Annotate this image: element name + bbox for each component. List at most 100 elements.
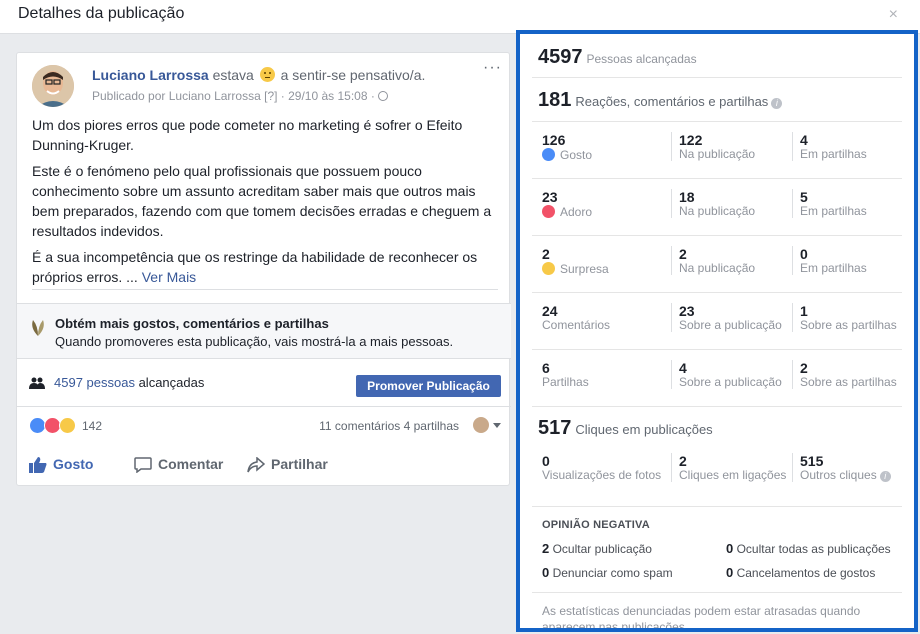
unlike-stat: 0 Cancelamentos de gostos <box>726 565 875 580</box>
wow-label: Surpresa <box>560 262 609 276</box>
author-name-link[interactable]: Luciano Larrossa <box>92 67 209 83</box>
post-meta-text: Publicado por Luciano Larrossa [?] · 29/… <box>92 89 375 103</box>
comment-button[interactable]: Comentar <box>134 456 223 474</box>
shares-on-shares: 2 Sobre as partilhas <box>792 360 912 389</box>
spam-stat: 0 Denunciar como spam <box>542 565 673 580</box>
post-actions: Gosto Comentar Partilhar <box>29 453 501 481</box>
comments-on-post-value: 23 <box>679 303 695 319</box>
loves-row: 23 Adoro 18 Na publicação 5 Em partilhas <box>532 179 902 236</box>
likes-on-shares: 4 Em partilhas <box>792 132 912 161</box>
comments-label: Comentários <box>542 318 611 332</box>
wow-on-post: 2 Na publicação <box>671 246 791 275</box>
engagement-value: 181 <box>538 89 572 111</box>
comments-on-post-label: Sobre a publicação <box>679 318 782 332</box>
wow-on-post-value: 2 <box>679 246 687 262</box>
share-label: Partilhar <box>271 456 328 472</box>
hide-post-value: 2 <box>542 541 550 556</box>
shares-on-post-value: 4 <box>679 360 687 376</box>
more-options-icon[interactable]: ··· <box>483 59 502 77</box>
shares-on-shares-label: Sobre as partilhas <box>800 375 897 389</box>
reach-label: Pessoas alcançadas <box>586 52 697 66</box>
loves-on-shares-value: 5 <box>800 189 808 205</box>
close-icon[interactable]: × <box>889 6 898 24</box>
loves-on-post: 18 Na publicação <box>671 189 791 218</box>
wow-reaction-icon <box>542 262 555 275</box>
spam-value: 0 <box>542 565 550 580</box>
unlike-label: Cancelamentos de gostos <box>736 566 876 580</box>
shares-total: 6 Partilhas <box>542 360 662 389</box>
loves-total: 23 Adoro <box>542 189 662 219</box>
link-clicks-value: 2 <box>679 453 687 469</box>
divider <box>17 406 511 407</box>
reactions-summary: 142 11 comentários 4 partilhas <box>29 415 501 439</box>
promote-banner: Obtém mais gostos, comentários e partilh… <box>17 303 511 359</box>
reaction-icons[interactable] <box>29 417 79 435</box>
comments-on-post: 23 Sobre a publicação <box>671 303 791 332</box>
loves-total-value: 23 <box>542 189 558 205</box>
globe-icon <box>378 91 389 101</box>
photo-views: 0 Visualizações de fotos <box>542 453 662 482</box>
wow-on-shares-value: 0 <box>800 246 808 262</box>
wow-on-shares-label: Em partilhas <box>800 261 867 275</box>
post-meta: Publicado por Luciano Larrossa [?] · 29/… <box>92 89 389 103</box>
wow-total-value: 2 <box>542 246 550 262</box>
clicks-section: 517 Cliques em publicações 0 Visualizações… <box>532 407 902 507</box>
likes-total: 126 Gosto <box>542 132 662 162</box>
comments-on-shares-label: Sobre as partilhas <box>800 318 897 332</box>
photo-views-value: 0 <box>542 453 550 469</box>
post-text: Um dos piores erros que pode cometer no … <box>32 115 502 293</box>
viewer-avatar[interactable] <box>473 417 489 433</box>
comments-shares-count[interactable]: 11 comentários 4 partilhas <box>319 419 459 433</box>
wow-on-post-label: Na publicação <box>679 261 756 275</box>
reach-people-link[interactable]: 4597 pessoas <box>54 375 135 390</box>
engagement-label: Reações, comentários e partilhas <box>575 94 769 109</box>
comments-total: 24 Comentários <box>542 303 662 332</box>
post-paragraph-1: Um dos piores erros que pode cometer no … <box>32 117 463 153</box>
other-clicks-value: 515 <box>800 453 824 469</box>
likes-on-post-value: 122 <box>679 132 703 148</box>
clicks-summary: 517 Cliques em publicações <box>538 417 713 440</box>
avatar[interactable] <box>32 65 74 107</box>
photo-views-label: Visualizações de fotos <box>542 468 662 482</box>
reach-summary: 4597 Pessoas alcançadas <box>532 34 902 78</box>
shares-total-value: 6 <box>542 360 550 376</box>
post-paragraph-3-text: É a sua incompetência que os restringe d… <box>32 249 478 285</box>
reach-value: 4597 <box>538 46 583 68</box>
likes-label: Gosto <box>560 148 593 162</box>
loves-label: Adoro <box>560 205 593 219</box>
shares-on-shares-value: 2 <box>800 360 808 376</box>
chevron-down-icon[interactable] <box>493 423 501 428</box>
stats-footnote: As estatísticas denunciadas podem estar … <box>542 604 861 632</box>
loves-on-shares-label: Em partilhas <box>800 204 867 218</box>
negative-feedback-title: OPINIÃO NEGATIVA <box>542 519 650 531</box>
unlike-value: 0 <box>726 565 734 580</box>
reaction-count[interactable]: 142 <box>82 419 102 433</box>
share-icon <box>247 456 266 473</box>
reach-suffix: alcançadas <box>138 375 205 390</box>
info-icon[interactable]: i <box>879 471 891 482</box>
people-icon <box>29 377 45 389</box>
info-icon[interactable]: i <box>771 98 783 109</box>
hide-post-label: Ocultar publicação <box>552 542 652 556</box>
other-clicks-label: Outros cliques <box>800 468 877 482</box>
promote-post-button[interactable]: Promover Publicação <box>356 375 501 397</box>
hide-all-label: Ocultar todas as publicações <box>736 542 891 556</box>
loves-on-shares: 5 Em partilhas <box>792 189 912 218</box>
leaf-icon <box>32 320 44 336</box>
loves-on-post-label: Na publicação <box>679 204 756 218</box>
loves-on-post-value: 18 <box>679 189 695 205</box>
comment-icon <box>134 457 152 474</box>
wow-on-shares: 0 Em partilhas <box>792 246 912 275</box>
author-line: Luciano Larrossa estava a sentir-se pens… <box>92 67 425 83</box>
hide-post-stat: 2 Ocultar publicação <box>542 541 652 556</box>
reach-row: 4597 pessoas alcançadas Promover Publica… <box>29 371 501 399</box>
likes-on-post: 122 Na publicação <box>671 132 791 161</box>
negative-feedback: OPINIÃO NEGATIVA 2 Ocultar publicação 0 … <box>532 507 902 593</box>
like-button[interactable]: Gosto <box>29 456 93 473</box>
comments-on-shares-value: 1 <box>800 303 808 319</box>
see-more-link[interactable]: Ver Mais <box>142 269 196 285</box>
insights-content: 4597 Pessoas alcançadas 181 Reações, comen… <box>532 34 902 632</box>
likes-row: 126 Gosto 122 Na publicação 4 Em partilhas <box>532 122 902 179</box>
share-button[interactable]: Partilhar <box>247 456 328 473</box>
spam-label: Denunciar como spam <box>552 566 673 580</box>
